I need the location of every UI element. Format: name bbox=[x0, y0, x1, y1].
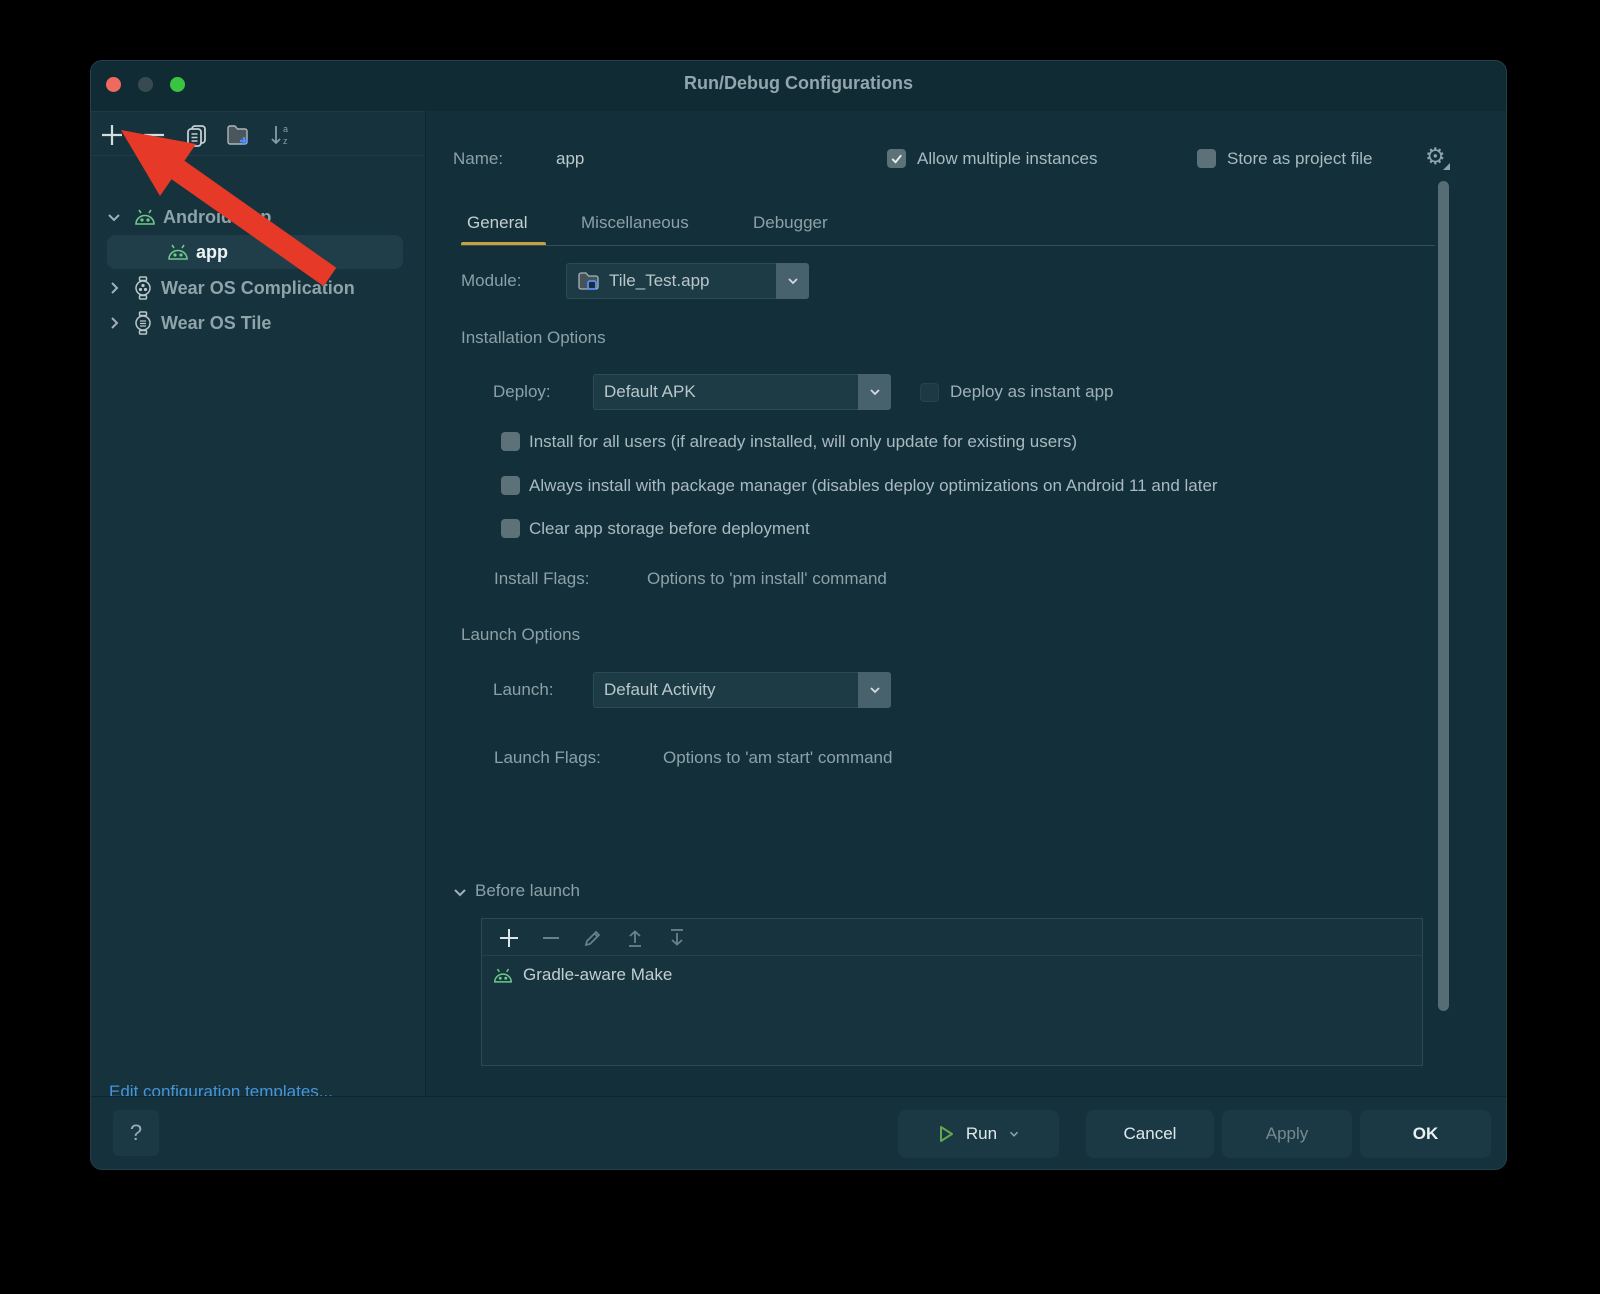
launch-flags-input[interactable]: Options to 'am start' command bbox=[663, 746, 892, 770]
module-dropdown-button[interactable] bbox=[776, 263, 809, 299]
tab-debugger[interactable]: Debugger bbox=[753, 211, 828, 235]
deploy-value: Default APK bbox=[604, 382, 696, 402]
tab-general[interactable]: General bbox=[467, 211, 527, 235]
always-install-package-manager-label: Always install with package manager (dis… bbox=[529, 474, 1434, 498]
allow-multiple-instances-label: Allow multiple instances bbox=[917, 147, 1097, 171]
deploy-as-instant-app-checkbox[interactable] bbox=[920, 383, 939, 402]
module-value: Tile_Test.app bbox=[609, 271, 709, 291]
configurations-sidebar: a z Android App bbox=[91, 111, 426, 1098]
tree-item-label: Wear OS Tile bbox=[161, 313, 271, 334]
ok-button[interactable]: OK bbox=[1360, 1110, 1491, 1158]
apply-button[interactable]: Apply bbox=[1222, 1110, 1352, 1158]
install-for-all-users-label: Install for all users (if already instal… bbox=[529, 430, 1434, 454]
store-as-project-file-label: Store as project file bbox=[1227, 147, 1373, 171]
before-launch-task-row[interactable]: Gradle-aware Make bbox=[492, 965, 672, 985]
before-launch-toolbar bbox=[482, 919, 1422, 956]
chevron-down-icon[interactable] bbox=[105, 208, 123, 226]
svg-text:z: z bbox=[283, 136, 288, 146]
name-label: Name: bbox=[453, 147, 503, 171]
deploy-combobox[interactable]: Default APK bbox=[593, 374, 891, 410]
module-folder-icon bbox=[577, 271, 601, 291]
vertical-scrollbar[interactable] bbox=[1438, 181, 1449, 1011]
deploy-as-instant-app-label: Deploy as instant app bbox=[950, 380, 1114, 404]
store-as-project-file-checkbox[interactable] bbox=[1197, 149, 1216, 168]
watch-complication-icon bbox=[133, 276, 153, 300]
allow-multiple-instances-checkbox[interactable] bbox=[887, 149, 906, 168]
help-button[interactable]: ? bbox=[113, 1110, 159, 1156]
move-down-icon[interactable] bbox=[664, 925, 690, 951]
module-combobox[interactable]: Tile_Test.app bbox=[566, 263, 809, 299]
edit-task-icon[interactable] bbox=[580, 925, 606, 951]
tree-item-label: Wear OS Complication bbox=[161, 278, 355, 299]
dialog-title: Run/Debug Configurations bbox=[91, 73, 1506, 94]
launch-combobox[interactable]: Default Activity bbox=[593, 672, 891, 708]
launch-dropdown-button[interactable] bbox=[858, 672, 891, 708]
run-button[interactable]: Run bbox=[898, 1110, 1059, 1158]
install-for-all-users-checkbox[interactable] bbox=[501, 432, 520, 451]
module-label: Module: bbox=[461, 269, 521, 293]
tree-item-label: Android App bbox=[163, 207, 271, 228]
before-launch-task-label: Gradle-aware Make bbox=[523, 965, 672, 985]
cancel-button[interactable]: Cancel bbox=[1086, 1110, 1214, 1158]
title-bar: Run/Debug Configurations bbox=[91, 61, 1506, 111]
gear-icon[interactable]: ⚙ bbox=[1425, 145, 1446, 168]
sidebar-toolbar: a z bbox=[91, 111, 425, 156]
clear-app-storage-checkbox[interactable] bbox=[501, 519, 520, 538]
launch-label: Launch: bbox=[493, 678, 554, 702]
tree-item-wear-os-complication[interactable]: Wear OS Complication bbox=[91, 271, 425, 305]
tab-divider bbox=[461, 245, 1435, 246]
dialog-footer: ? Run Cancel Apply OK bbox=[91, 1096, 1506, 1169]
svg-text:a: a bbox=[283, 124, 288, 134]
run-debug-configurations-dialog: Run/Debug Configurations bbox=[90, 60, 1507, 1170]
before-launch-collapse-chevron[interactable] bbox=[451, 883, 469, 901]
tree-item-label: app bbox=[196, 242, 228, 263]
add-configuration-icon[interactable] bbox=[97, 120, 127, 150]
chevron-right-icon[interactable] bbox=[105, 279, 123, 297]
launch-value: Default Activity bbox=[604, 680, 716, 700]
chevron-down-icon bbox=[867, 682, 883, 698]
play-icon bbox=[936, 1124, 956, 1144]
launch-options-header: Launch Options bbox=[461, 623, 580, 647]
deploy-label: Deploy: bbox=[493, 380, 551, 404]
always-install-package-manager-checkbox[interactable] bbox=[501, 476, 520, 495]
install-flags-input[interactable]: Options to 'pm install' command bbox=[647, 567, 887, 591]
check-icon bbox=[889, 151, 904, 166]
tree-item-app-selected[interactable]: app bbox=[107, 235, 403, 269]
copy-configuration-icon[interactable] bbox=[181, 120, 211, 150]
new-folder-icon[interactable] bbox=[223, 120, 253, 150]
watch-tile-icon bbox=[133, 311, 153, 335]
run-button-label: Run bbox=[966, 1124, 997, 1144]
add-task-icon[interactable] bbox=[496, 925, 522, 951]
remove-task-icon[interactable] bbox=[538, 925, 564, 951]
tree-item-wear-os-tile[interactable]: Wear OS Tile bbox=[91, 306, 425, 340]
clear-app-storage-label: Clear app storage before deployment bbox=[529, 517, 1434, 541]
tree-item-android-app[interactable]: Android App bbox=[91, 200, 425, 234]
tab-miscellaneous[interactable]: Miscellaneous bbox=[581, 211, 689, 235]
android-icon bbox=[166, 243, 190, 261]
chevron-down-icon bbox=[867, 384, 883, 400]
move-up-icon[interactable] bbox=[622, 925, 648, 951]
chevron-right-icon[interactable] bbox=[105, 314, 123, 332]
chevron-down-icon bbox=[785, 273, 801, 289]
sort-alphabetically-icon[interactable]: a z bbox=[266, 120, 296, 150]
installation-options-header: Installation Options bbox=[461, 326, 606, 350]
name-input[interactable]: app bbox=[556, 147, 584, 171]
remove-configuration-icon[interactable] bbox=[139, 120, 169, 150]
android-icon bbox=[492, 967, 514, 984]
before-launch-panel: Gradle-aware Make bbox=[481, 918, 1423, 1066]
deploy-dropdown-button[interactable] bbox=[858, 374, 891, 410]
install-flags-label: Install Flags: bbox=[494, 567, 589, 591]
launch-flags-label: Launch Flags: bbox=[494, 746, 601, 770]
android-icon bbox=[133, 208, 157, 226]
chevron-down-icon[interactable] bbox=[1007, 1127, 1021, 1141]
before-launch-header: Before launch bbox=[475, 879, 580, 903]
